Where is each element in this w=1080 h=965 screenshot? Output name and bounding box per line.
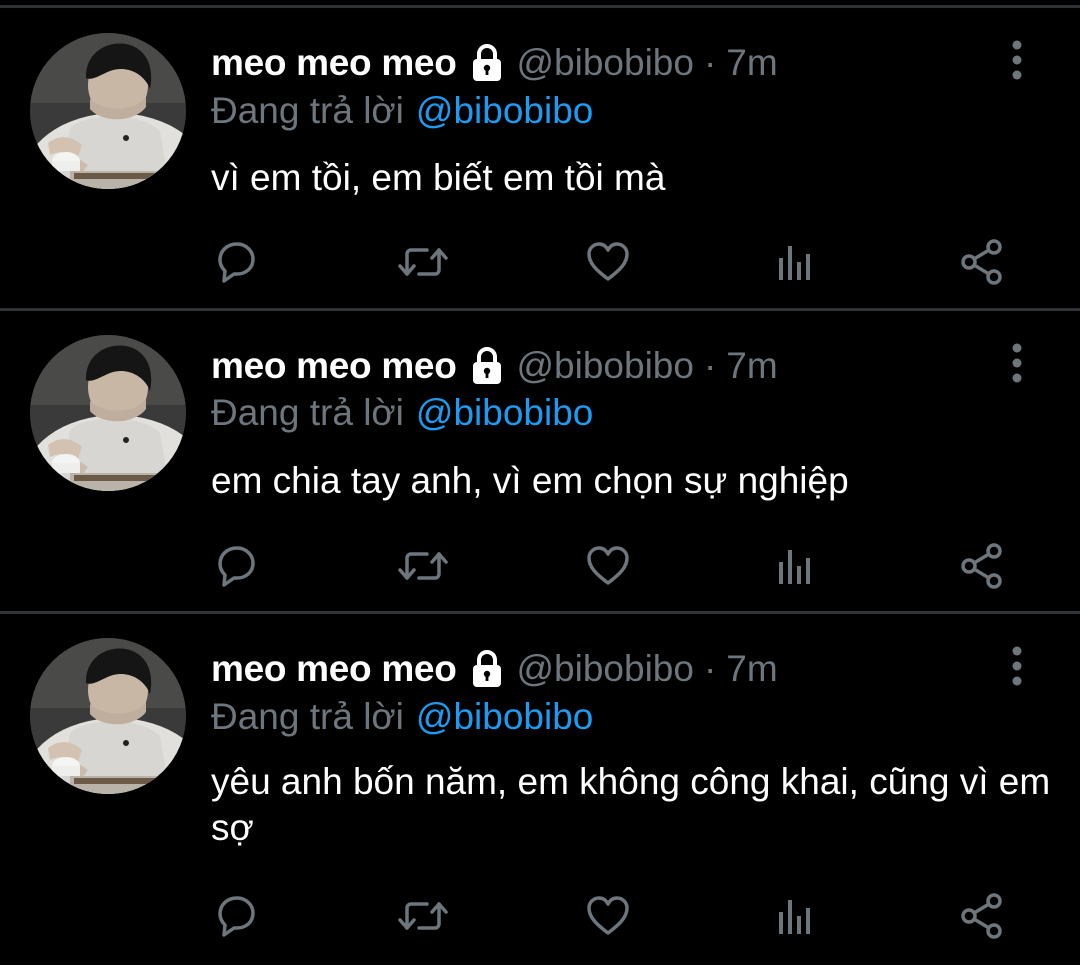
tweet-header: meo meo meo @bibobibo · 7m [211,343,778,389]
action-bar [0,542,1080,590]
display-name[interactable]: meo meo meo [211,648,457,690]
action-bar [0,892,1080,940]
retweet-icon[interactable] [397,892,448,940]
tweet-feed: meo meo meo @bibobibo · 7m Đang trả lời … [0,0,1080,965]
tweet[interactable]: meo meo meo @bibobibo · 7m Đang trả lời … [0,0,1080,310]
heart-icon[interactable] [584,542,632,590]
reply-icon[interactable] [212,238,260,286]
heart-icon[interactable] [584,892,632,940]
analytics-icon[interactable] [772,238,820,286]
analytics-icon[interactable] [772,542,820,590]
tweet[interactable]: meo meo meo @bibobibo · 7m Đang trả lời … [0,613,1080,965]
reply-context: Đang trả lời @bibobibo [211,88,593,134]
retweet-icon[interactable] [397,238,448,286]
reply-prefix: Đang trả lời [211,90,404,131]
lock-icon [467,43,507,83]
share-icon[interactable] [958,892,1006,940]
user-handle[interactable]: @bibobibo [517,648,694,690]
reply-handle-link[interactable]: @bibobibo [416,90,593,132]
reply-icon[interactable] [212,542,260,590]
share-icon[interactable] [958,238,1006,286]
tweet-text: yêu anh bốn năm, em không công khai, cũn… [211,761,1051,848]
separator: · [703,648,717,689]
lock-icon [467,649,507,689]
tweet[interactable]: meo meo meo @bibobibo · 7m Đang trả lời … [0,310,1080,612]
user-handle[interactable]: @bibobibo [517,42,694,84]
action-bar [0,238,1080,286]
reply-handle-link[interactable]: @bibobibo [416,696,593,738]
lock-icon [467,346,507,386]
user-handle[interactable]: @bibobibo [517,345,694,387]
tweet-header: meo meo meo @bibobibo · 7m [211,646,778,692]
more-vertical-icon[interactable] [1000,38,1034,82]
more-vertical-icon[interactable] [1000,644,1034,688]
tweet-text: em chia tay anh, vì em chọn sự nghiệp [211,460,849,501]
tweet-text: vì em tồi, em biết em tồi mà [211,157,666,198]
heart-icon[interactable] [584,238,632,286]
timestamp[interactable]: 7m [726,42,777,84]
reply-handle-link[interactable]: @bibobibo [416,392,593,434]
reply-icon[interactable] [212,892,260,940]
timestamp[interactable]: 7m [726,648,777,690]
avatar[interactable] [30,33,186,189]
reply-context: Đang trả lời @bibobibo [211,694,593,740]
separator: · [703,345,717,386]
avatar[interactable] [30,335,186,491]
analytics-icon[interactable] [772,892,820,940]
timestamp[interactable]: 7m [726,345,777,387]
more-vertical-icon[interactable] [1000,341,1034,385]
reply-prefix: Đang trả lời [211,392,404,433]
display-name[interactable]: meo meo meo [211,42,457,84]
reply-context: Đang trả lời @bibobibo [211,390,593,436]
display-name[interactable]: meo meo meo [211,345,457,387]
reply-prefix: Đang trả lời [211,696,404,737]
avatar[interactable] [30,638,186,794]
separator: · [703,42,717,83]
share-icon[interactable] [958,542,1006,590]
tweet-header: meo meo meo @bibobibo · 7m [211,40,778,86]
retweet-icon[interactable] [397,542,448,590]
